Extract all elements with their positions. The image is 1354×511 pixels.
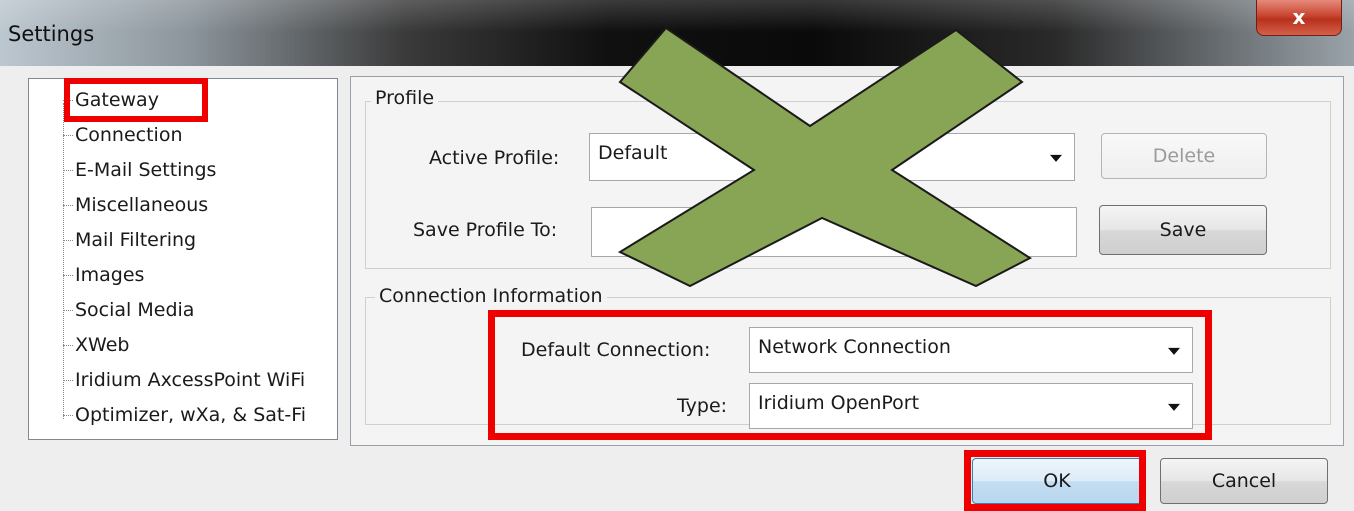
cross-mark-icon — [617, 26, 1033, 288]
settings-window: Settings x Gateway Connection E-Mail Set… — [0, 0, 1354, 511]
cross-mark-shape — [617, 26, 1033, 288]
